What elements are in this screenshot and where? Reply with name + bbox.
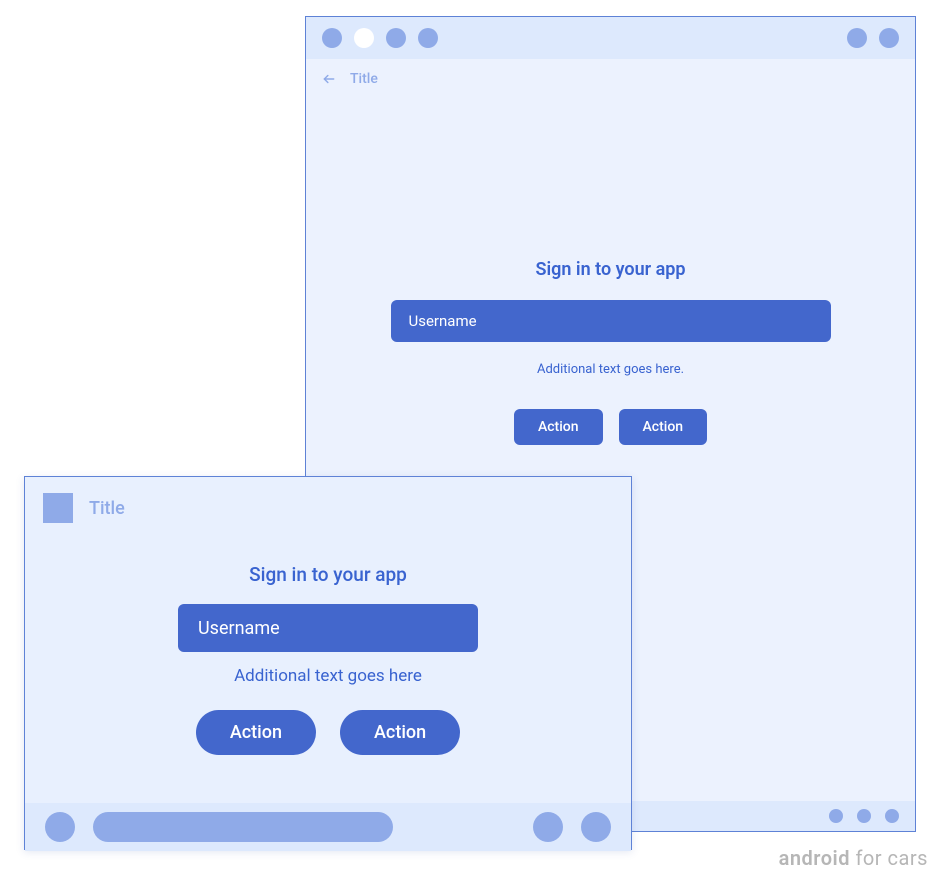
username-input[interactable]: Username [178,604,478,652]
watermark-rest: for cars [850,846,928,870]
tablet-signin-content: Sign in to your app Username Additional … [306,259,915,445]
phone-appbar-title: Title [89,498,125,519]
statusbar-left-dots [322,28,438,48]
signin-heading: Sign in to your app [535,259,685,280]
nav-circle-icon[interactable] [533,812,563,842]
action-button-1[interactable]: Action [514,409,603,445]
username-placeholder: Username [409,312,477,330]
signin-heading: Sign in to your app [249,563,407,586]
action-button-1[interactable]: Action [196,710,316,755]
action-button-2[interactable]: Action [619,409,708,445]
nav-circle-icon[interactable] [45,812,75,842]
watermark: android for cars [779,846,928,870]
status-dot-active-icon [354,28,374,48]
phone-body: Title Sign in to your app Username Addit… [25,477,631,803]
phone-appbar: Title [25,477,631,539]
nav-circle-icon[interactable] [581,812,611,842]
watermark-bold: android [779,846,850,870]
status-dot-icon [418,28,438,48]
phone-wireframe: Title Sign in to your app Username Addit… [24,476,632,850]
nav-dot-icon[interactable] [885,809,899,823]
additional-text: Additional text goes here. [537,362,684,377]
status-dot-icon [322,28,342,48]
additional-text: Additional text goes here [234,666,422,686]
status-dot-icon [386,28,406,48]
tablet-appbar-title: Title [350,71,378,87]
action-button-row: Action Action [514,409,707,445]
username-placeholder: Username [198,618,280,639]
username-input[interactable]: Username [391,300,831,342]
status-dot-icon [847,28,867,48]
phone-navbar [25,803,631,851]
nav-dot-icon[interactable] [829,809,843,823]
action-button-row: Action Action [196,710,460,755]
statusbar-right-dots [847,28,899,48]
action-button-2[interactable]: Action [340,710,460,755]
nav-dot-icon[interactable] [857,809,871,823]
phone-signin-content: Sign in to your app Username Additional … [25,539,631,755]
nav-pill-icon[interactable] [93,812,393,842]
app-icon[interactable] [43,493,73,523]
tablet-appbar: Title [306,59,915,99]
back-arrow-icon[interactable] [322,72,336,86]
status-dot-icon [879,28,899,48]
tablet-statusbar [306,17,915,59]
